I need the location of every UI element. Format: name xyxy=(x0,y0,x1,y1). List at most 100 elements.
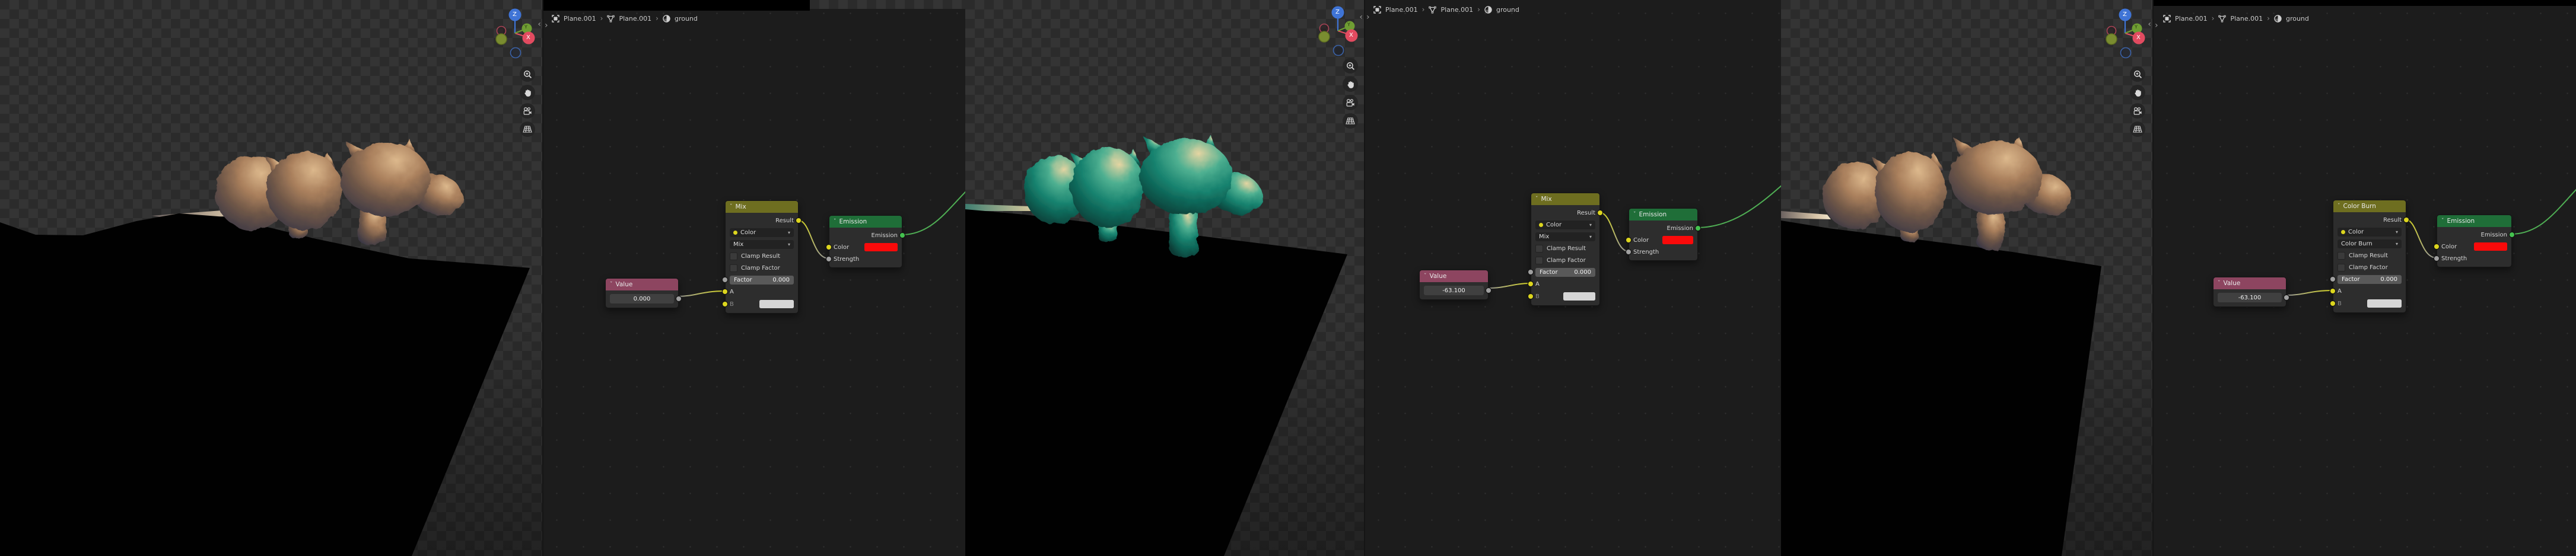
collapse-chevron-icon[interactable]: ˇ xyxy=(1535,196,1538,202)
emission-output-socket[interactable] xyxy=(1696,226,1700,231)
value-output-socket[interactable] xyxy=(676,296,681,301)
result-output-socket[interactable] xyxy=(2404,218,2409,222)
clamp-factor-checkbox[interactable] xyxy=(1535,257,1543,264)
color-burn-node-header[interactable]: ˇ Color Burn xyxy=(2333,200,2406,212)
factor-slider[interactable]: Factor 0.000 xyxy=(2338,275,2402,284)
emission-output-socket[interactable] xyxy=(2510,232,2514,237)
sidebar-collapse-arrow[interactable]: ‹ xyxy=(1359,13,1363,21)
strength-input-socket[interactable] xyxy=(1626,250,1631,254)
sidebar-collapse-arrow[interactable]: ‹ xyxy=(538,20,541,28)
value-node[interactable]: ˇ Value -63.100 xyxy=(2213,277,2286,307)
gizmo-z-label[interactable]: Z xyxy=(1335,9,1340,15)
emission-output-socket[interactable] xyxy=(900,233,905,238)
collapse-chevron-icon[interactable]: ˇ xyxy=(1633,212,1636,218)
strength-input-socket[interactable] xyxy=(826,257,831,261)
collapse-chevron-icon[interactable]: ˇ xyxy=(730,204,733,210)
gizmo-x-label[interactable]: X xyxy=(1349,32,1353,39)
pan-button[interactable] xyxy=(1343,76,1358,92)
emission-node-header[interactable]: ˇ Emission xyxy=(829,216,902,228)
breadcrumb-material[interactable]: ground xyxy=(675,15,698,23)
gizmo-x-label[interactable]: X xyxy=(526,34,530,41)
shader-editor-3[interactable]: › Plane.001 › Plane.001 › ground xyxy=(2152,0,2576,556)
pan-button[interactable] xyxy=(2130,85,2145,100)
result-output-socket[interactable] xyxy=(1598,210,1602,215)
value-output-socket[interactable] xyxy=(2284,295,2289,300)
shader-editor-1[interactable]: › Plane.001 › Plane.001 › ground xyxy=(542,0,966,556)
clamp-result-checkbox[interactable] xyxy=(730,253,737,260)
navigation-gizmo[interactable]: Z X Y xyxy=(1314,2,1362,62)
factor-input-socket[interactable] xyxy=(1528,270,1533,274)
navigation-gizmo[interactable]: Z X Y xyxy=(2101,5,2149,64)
b-color-swatch[interactable] xyxy=(759,300,794,308)
shader-editor-2[interactable]: › Plane.001 › Plane.001 › ground xyxy=(1364,0,1782,556)
data-type-dropdown[interactable]: Color ▾ xyxy=(730,228,794,237)
camera-view-button[interactable] xyxy=(2130,103,2145,119)
camera-view-button[interactable] xyxy=(1343,95,1358,110)
emission-color-swatch[interactable] xyxy=(1662,236,1693,244)
color-input-socket[interactable] xyxy=(2434,244,2439,249)
factor-slider[interactable]: Factor 0.000 xyxy=(730,276,794,285)
emission-node[interactable]: ˇ Emission Emission Color Strength xyxy=(2437,215,2512,267)
b-input-socket[interactable] xyxy=(1528,294,1533,299)
breadcrumb-object[interactable]: Plane.001 xyxy=(1385,6,1418,14)
b-color-swatch[interactable] xyxy=(1563,292,1595,301)
color-burn-node[interactable]: ˇ Color Burn Result Color ▾ Color Burn ▾… xyxy=(2333,200,2406,313)
a-input-socket[interactable] xyxy=(2330,289,2335,293)
a-input-socket[interactable] xyxy=(723,289,727,294)
value-node-header[interactable]: ˇ Value xyxy=(1420,270,1488,282)
gizmo-y-label[interactable]: Y xyxy=(1347,22,1350,27)
zoom-button[interactable] xyxy=(1343,58,1358,74)
pan-button[interactable] xyxy=(520,85,535,100)
data-type-dropdown[interactable]: Color ▾ xyxy=(1535,221,1595,229)
navigation-gizmo[interactable]: Z X Y xyxy=(491,5,539,64)
blend-mode-dropdown[interactable]: Mix ▾ xyxy=(1535,232,1595,241)
color-input-socket[interactable] xyxy=(1626,238,1631,242)
clamp-result-checkbox[interactable] xyxy=(1535,245,1543,253)
zoom-button[interactable] xyxy=(2130,66,2145,82)
factor-input-socket[interactable] xyxy=(723,277,727,282)
toggle-grid-button[interactable] xyxy=(2130,122,2145,137)
clamp-result-checkbox[interactable] xyxy=(2338,252,2345,260)
gizmo-x-label[interactable]: X xyxy=(2136,34,2141,41)
viewport-3[interactable]: Z X Y xyxy=(1781,0,2152,556)
collapse-chevron-icon[interactable]: ˇ xyxy=(2441,218,2444,224)
collapse-chevron-icon[interactable]: ˇ xyxy=(1424,273,1427,279)
zoom-button[interactable] xyxy=(520,66,535,82)
toggle-grid-button[interactable] xyxy=(1343,113,1358,129)
factor-slider[interactable]: Factor 0.000 xyxy=(1535,268,1595,277)
clamp-factor-checkbox[interactable] xyxy=(730,264,737,272)
result-output-socket[interactable] xyxy=(796,218,801,223)
strength-input-socket[interactable] xyxy=(2434,256,2439,261)
breadcrumb-mesh[interactable]: Plane.001 xyxy=(619,15,651,23)
a-input-socket[interactable] xyxy=(1528,282,1533,286)
emission-color-swatch[interactable] xyxy=(2474,242,2507,251)
value-node[interactable]: ˇ Value 0.000 xyxy=(605,278,679,308)
sidebar-expand-arrow[interactable]: › xyxy=(545,21,548,30)
sidebar-collapse-arrow[interactable]: ‹ xyxy=(2148,20,2151,28)
emission-node[interactable]: ˇ Emission Emission Color Strength xyxy=(1629,208,1698,261)
mix-node-header[interactable]: ˇ Mix xyxy=(726,201,798,213)
camera-view-button[interactable] xyxy=(520,103,535,119)
blend-mode-dropdown[interactable]: Mix ▾ xyxy=(730,240,794,249)
gizmo-y-label[interactable]: Y xyxy=(524,24,527,30)
breadcrumb-material[interactable]: ground xyxy=(1496,6,1519,14)
b-input-socket[interactable] xyxy=(723,302,727,306)
b-input-socket[interactable] xyxy=(2330,301,2335,306)
gizmo-y-label[interactable]: Y xyxy=(2135,24,2138,30)
gizmo-z-label[interactable]: Z xyxy=(513,11,517,18)
value-node-header[interactable]: ˇ Value xyxy=(606,279,678,290)
breadcrumb-material[interactable]: ground xyxy=(2286,15,2309,23)
value-field[interactable]: -63.100 xyxy=(2218,293,2282,302)
clamp-factor-checkbox[interactable] xyxy=(2338,264,2345,271)
gizmo-z-label[interactable]: Z xyxy=(2123,11,2127,18)
color-input-socket[interactable] xyxy=(826,245,831,250)
value-node-header[interactable]: ˇ Value xyxy=(2214,277,2286,289)
collapse-chevron-icon[interactable]: ˇ xyxy=(2218,280,2221,286)
collapse-chevron-icon[interactable]: ˇ xyxy=(610,282,613,287)
emission-color-swatch[interactable] xyxy=(864,243,898,251)
mix-node[interactable]: ˇ Mix Result Color ▾ Mix ▾ Clamp Result … xyxy=(725,200,799,314)
sidebar-expand-arrow[interactable]: › xyxy=(2155,21,2158,30)
blend-mode-dropdown[interactable]: Color Burn ▾ xyxy=(2338,239,2402,248)
breadcrumb-object[interactable]: Plane.001 xyxy=(2175,15,2208,23)
breadcrumb-mesh[interactable]: Plane.001 xyxy=(2230,15,2263,23)
